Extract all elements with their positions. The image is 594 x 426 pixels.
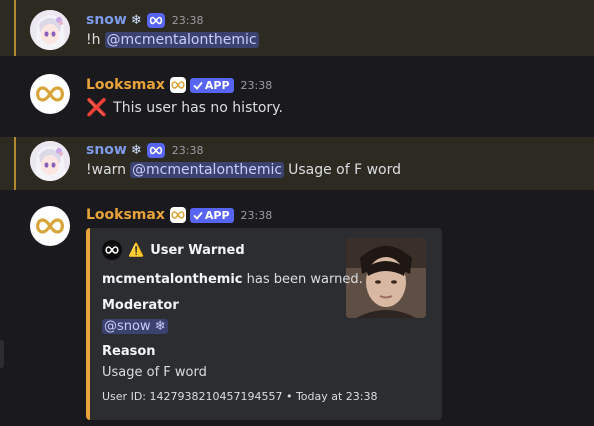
infinity-badge-icon[interactable] bbox=[146, 142, 165, 158]
scrollbar-handle[interactable] bbox=[0, 340, 4, 368]
warning-icon: ⚠️ bbox=[128, 242, 145, 258]
message-header: Looksmax APP 23:38 bbox=[86, 75, 272, 95]
avatar[interactable] bbox=[30, 10, 70, 50]
message-snow-warn[interactable]: snow ❄ 23:38 !warn @mcmentalonthemic Usa… bbox=[0, 137, 594, 190]
infinity-badge-icon bbox=[169, 77, 186, 93]
reason-value: Usage of F word bbox=[102, 365, 207, 380]
message-content: !h @mcmentalonthemic bbox=[86, 32, 259, 48]
infinity-badge-icon[interactable] bbox=[146, 12, 165, 28]
timestamp[interactable]: 23:38 bbox=[241, 209, 273, 222]
snowflake-icon: ❄ bbox=[130, 142, 142, 158]
warned-suffix: has been warned. bbox=[246, 272, 363, 287]
command-text: !warn bbox=[86, 162, 127, 178]
reason-label: Reason bbox=[102, 344, 156, 359]
message-looksmax-history[interactable]: Looksmax APP 23:38 ❌ This user has no hi… bbox=[0, 66, 594, 126]
app-tag: APP bbox=[189, 77, 234, 93]
timestamp[interactable]: 23:38 bbox=[241, 79, 273, 92]
moderator-label: Moderator bbox=[102, 298, 179, 313]
warned-username: mcmentalonthemic bbox=[102, 272, 243, 287]
app-tag: APP bbox=[189, 207, 234, 223]
embed-description: mcmentalonthemic has been warned. bbox=[102, 272, 363, 287]
username[interactable]: snow bbox=[86, 12, 127, 28]
message-snow-h[interactable]: snow ❄ 23:38 !h @mcmentalonthemic bbox=[0, 0, 594, 56]
warning-embed: ⚠️ User Warned mcmentalonthemic has been… bbox=[86, 228, 442, 420]
username[interactable]: Looksmax bbox=[86, 207, 165, 223]
message-content: ❌ This user has no history. bbox=[86, 98, 283, 118]
timestamp[interactable]: 23:38 bbox=[172, 144, 204, 157]
checkmark-icon bbox=[193, 81, 203, 90]
message-content: !warn @mcmentalonthemic Usage of F word bbox=[86, 162, 401, 178]
snowflake-icon: ❄ bbox=[130, 12, 142, 28]
embed-author-name: User Warned bbox=[150, 242, 245, 258]
app-tag-label: APP bbox=[204, 208, 230, 222]
username[interactable]: Looksmax bbox=[86, 77, 165, 93]
timestamp[interactable]: 23:38 bbox=[172, 14, 204, 27]
avatar[interactable] bbox=[30, 206, 70, 246]
avatar[interactable] bbox=[30, 74, 70, 114]
cross-mark-icon: ❌ bbox=[86, 98, 108, 118]
chat-log: snow ❄ 23:38 !h @mcmentalonthemic Looksm… bbox=[0, 0, 594, 426]
message-header: snow ❄ 23:38 bbox=[86, 10, 203, 30]
message-text: This user has no history. bbox=[113, 100, 283, 116]
user-mention[interactable]: @mcmentalonthemic bbox=[104, 32, 259, 48]
moderator-value: @snow ❄ bbox=[102, 319, 168, 334]
infinity-badge-icon bbox=[169, 207, 186, 223]
checkmark-icon bbox=[193, 211, 203, 220]
username[interactable]: snow bbox=[86, 142, 127, 158]
avatar[interactable] bbox=[30, 141, 70, 181]
embed-author: ⚠️ User Warned bbox=[102, 240, 245, 260]
message-header: snow ❄ 23:38 bbox=[86, 140, 203, 160]
app-tag-label: APP bbox=[204, 78, 230, 92]
message-header: Looksmax APP 23:38 bbox=[86, 205, 272, 225]
reason-text: Usage of F word bbox=[288, 162, 402, 178]
embed-footer: User ID: 1427938210457194557 • Today at … bbox=[102, 390, 378, 403]
infinity-icon bbox=[102, 240, 122, 260]
moderator-mention[interactable]: @snow ❄ bbox=[102, 319, 168, 334]
command-text: !h bbox=[86, 32, 101, 48]
user-mention[interactable]: @mcmentalonthemic bbox=[130, 162, 285, 178]
